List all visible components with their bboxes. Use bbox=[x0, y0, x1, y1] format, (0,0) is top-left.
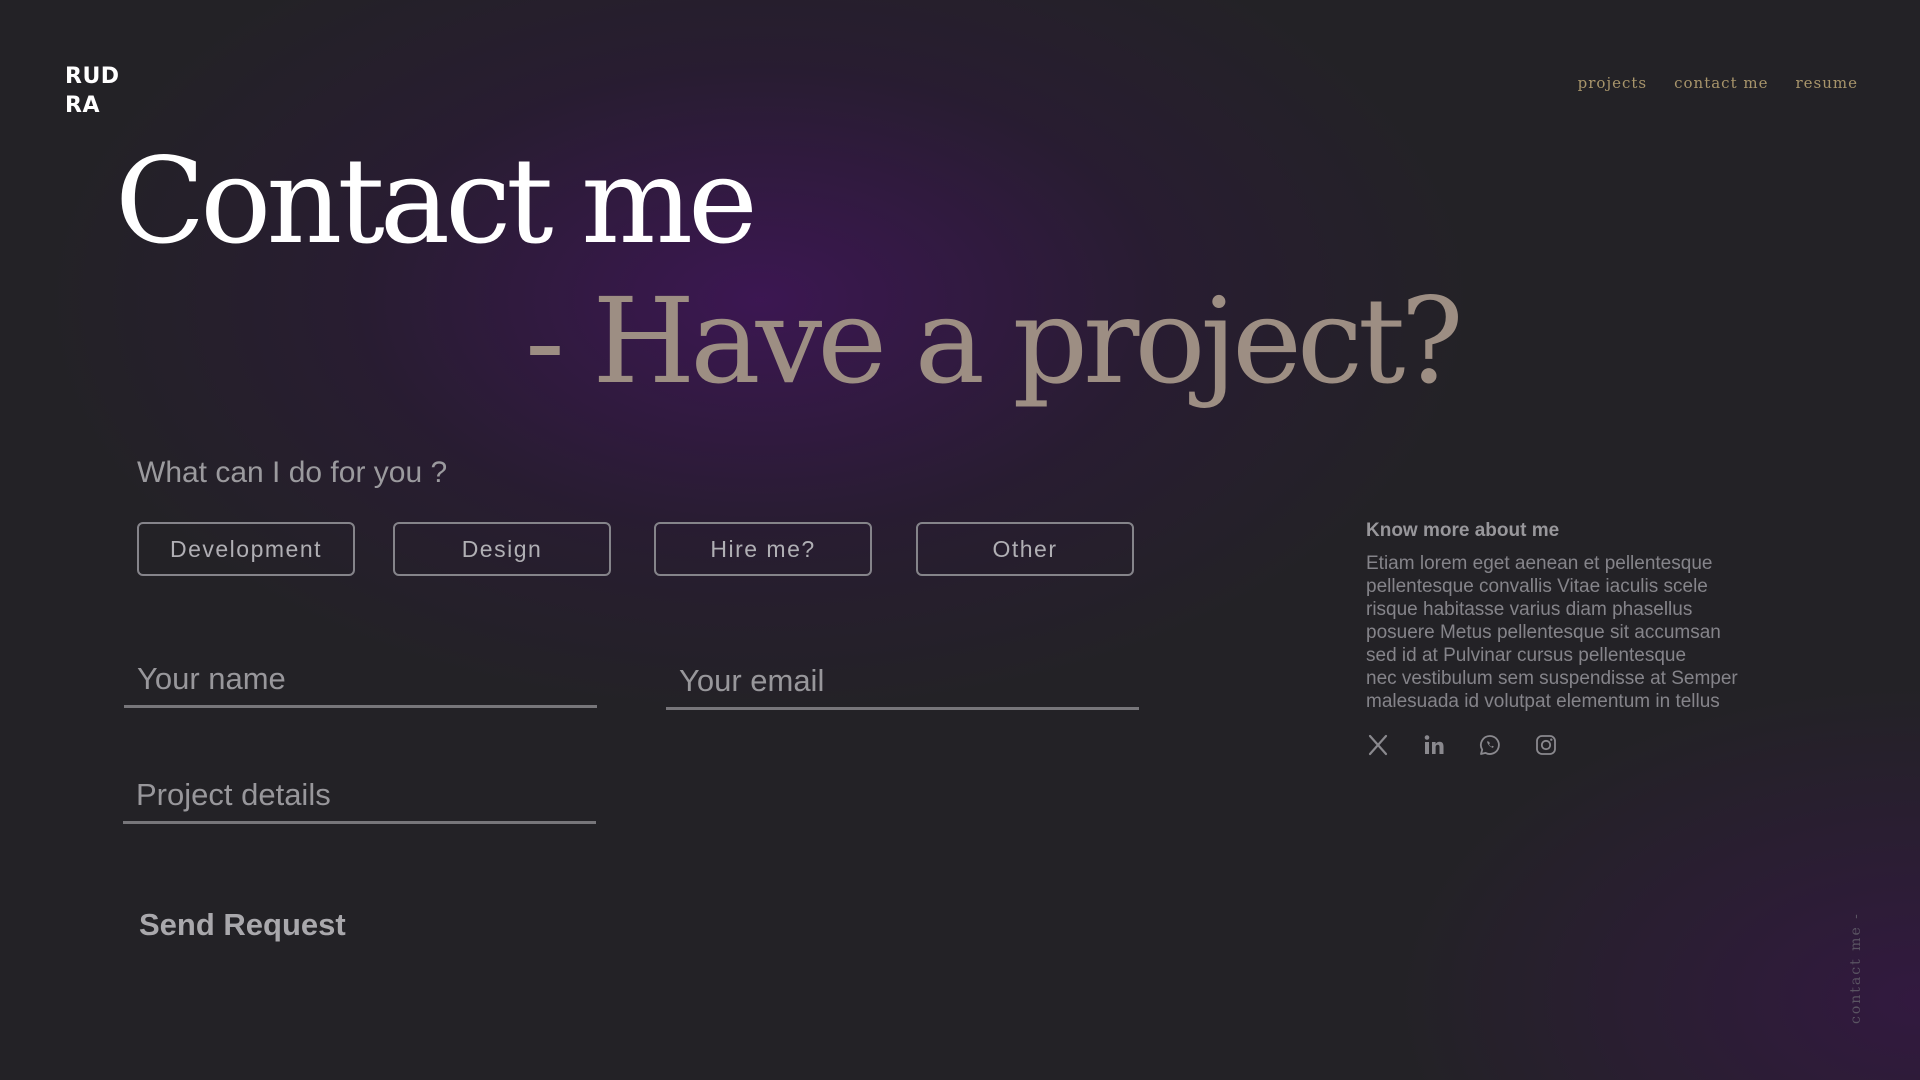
whatsapp-icon[interactable] bbox=[1478, 733, 1502, 757]
nav-contact-link[interactable]: contact me bbox=[1674, 74, 1768, 92]
send-request-button[interactable]: Send Request bbox=[139, 907, 346, 943]
about-line: malesuada id volutpat elementum in tellu… bbox=[1366, 691, 1720, 712]
option-development-button[interactable]: Development bbox=[137, 522, 355, 576]
option-other-button[interactable]: Other bbox=[916, 522, 1134, 576]
option-design-button[interactable]: Design bbox=[393, 522, 611, 576]
nav-projects-link[interactable]: projects bbox=[1578, 74, 1647, 92]
about-section: Know more about me Etiam lorem eget aene… bbox=[1366, 520, 1786, 757]
logo-line-2: RA bbox=[65, 93, 100, 118]
option-hire-me-button[interactable]: Hire me? bbox=[654, 522, 872, 576]
vertical-side-label: contact me - bbox=[1848, 912, 1864, 1024]
instagram-icon[interactable] bbox=[1534, 733, 1558, 757]
email-input[interactable] bbox=[666, 658, 1139, 710]
social-links bbox=[1366, 733, 1786, 757]
service-question: What can I do for you ? bbox=[137, 456, 448, 489]
logo[interactable]: RUD RA bbox=[65, 62, 120, 120]
name-input[interactable] bbox=[124, 656, 597, 708]
about-line: pellentesque convallis Vitae iaculis sce… bbox=[1366, 576, 1708, 597]
page-title: Contact me bbox=[115, 132, 758, 270]
about-title: Know more about me bbox=[1366, 520, 1560, 541]
about-line: posuere Metus pellentesque sit accumsan bbox=[1366, 622, 1721, 643]
about-text: Etiam lorem eget aenean et pellentesque … bbox=[1366, 552, 1786, 713]
logo-line-1: RUD bbox=[65, 64, 120, 89]
about-line: sed id at Pulvinar cursus pellentesque bbox=[1366, 645, 1687, 666]
linkedin-icon[interactable] bbox=[1422, 733, 1446, 757]
top-nav: projects contact me resume bbox=[1578, 74, 1858, 92]
x-icon[interactable] bbox=[1366, 733, 1390, 757]
about-line: nec vestibulum sem suspendisse at Semper bbox=[1366, 668, 1738, 689]
about-line: Etiam lorem eget aenean et pellentesque bbox=[1366, 553, 1713, 574]
project-details-input[interactable] bbox=[123, 772, 596, 824]
about-line: risque habitasse varius diam phasellus bbox=[1366, 599, 1693, 620]
page-subtitle: - Have a project? bbox=[525, 272, 1464, 410]
nav-resume-link[interactable]: resume bbox=[1795, 74, 1858, 92]
